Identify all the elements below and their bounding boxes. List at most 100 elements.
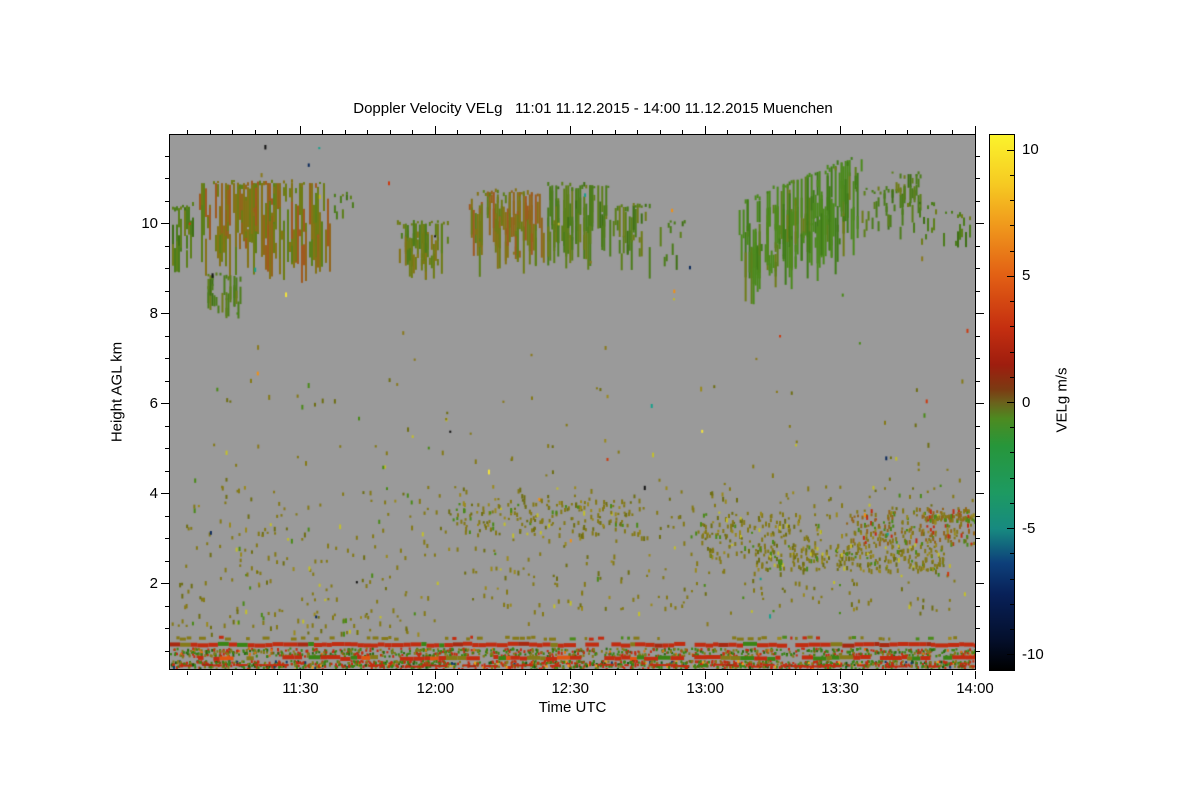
y-minor-tick [165,358,169,359]
colorbar-label: VELg m/s [1054,367,1071,432]
x-minor-tick [457,671,458,675]
colorbar-major-tick [1007,654,1014,655]
colorbar-minor-tick [1010,503,1014,504]
y-minor-tick [165,606,169,607]
y-minor-tick [165,471,169,472]
colorbar-minor-tick [1010,478,1014,479]
chart-title: Doppler Velocity VELg 11:01 11.12.2015 -… [170,100,1016,117]
x-major-tick [570,671,571,679]
y-minor-tick [165,156,169,157]
y-minor-tick [976,336,980,337]
x-minor-tick [862,671,863,675]
y-major-tick [161,313,169,314]
y-tick-label: 2 [124,575,158,592]
y-minor-tick [165,381,169,382]
x-minor-tick [525,130,526,134]
x-tick-label: 13:00 [665,680,745,697]
x-minor-tick [322,671,323,675]
x-minor-tick [817,130,818,134]
y-minor-tick [976,381,980,382]
x-major-tick [705,671,706,679]
x-major-tick [975,126,976,134]
x-minor-tick [952,130,953,134]
colorbar-major-tick [1007,528,1014,529]
colorbar-major-tick [1007,402,1014,403]
y-minor-tick [165,516,169,517]
y-major-tick [976,493,984,494]
x-minor-tick [367,671,368,675]
y-tick-label: 4 [124,485,158,502]
y-major-tick [976,313,984,314]
x-minor-tick [187,671,188,675]
x-minor-tick [412,130,413,134]
x-minor-tick [930,671,931,675]
colorbar-minor-tick [1010,200,1014,201]
y-minor-tick [165,246,169,247]
colorbar-minor-tick [1010,427,1014,428]
y-minor-tick [165,538,169,539]
colorbar-minor-tick [1010,175,1014,176]
x-major-tick [840,671,841,679]
colorbar-tick-label: -10 [1022,646,1066,663]
y-minor-tick [976,628,980,629]
y-minor-tick [976,561,980,562]
y-minor-tick [165,561,169,562]
x-minor-tick [502,671,503,675]
x-minor-tick [412,671,413,675]
x-minor-tick [322,130,323,134]
x-minor-tick [862,130,863,134]
y-minor-tick [976,606,980,607]
x-tick-label: 11:30 [260,680,340,697]
x-tick-label: 14:00 [935,680,1015,697]
y-minor-tick [976,178,980,179]
y-tick-label: 10 [124,215,158,232]
x-minor-tick [502,130,503,134]
colorbar-minor-tick [1010,352,1014,353]
x-minor-tick [772,130,773,134]
y-minor-tick [165,268,169,269]
colorbar-tick-label: -5 [1022,520,1066,537]
x-minor-tick [457,130,458,134]
colorbar-tick-label: 5 [1022,267,1066,284]
x-minor-tick [682,130,683,134]
x-axis-label: Time UTC [170,699,975,716]
y-major-tick [161,493,169,494]
y-minor-tick [976,516,980,517]
x-major-tick [840,126,841,134]
x-minor-tick [727,130,728,134]
x-minor-tick [907,671,908,675]
y-minor-tick [976,268,980,269]
colorbar-major-tick [1007,150,1014,151]
y-major-tick [976,223,984,224]
colorbar-minor-tick [1010,251,1014,252]
x-minor-tick [547,130,548,134]
y-major-tick [161,223,169,224]
x-minor-tick [795,671,796,675]
colorbar-minor-tick [1010,553,1014,554]
colorbar-minor-tick [1010,629,1014,630]
x-minor-tick [345,130,346,134]
heatmap-canvas [170,135,975,669]
colorbar-minor-tick [1010,225,1014,226]
x-minor-tick [255,671,256,675]
colorbar-minor-tick [1010,377,1014,378]
x-major-tick [570,126,571,134]
x-tick-label: 12:00 [395,680,475,697]
x-minor-tick [277,130,278,134]
x-minor-tick [367,130,368,134]
y-minor-tick [165,448,169,449]
x-minor-tick [615,130,616,134]
y-minor-tick [976,538,980,539]
y-tick-label: 8 [124,305,158,322]
x-minor-tick [592,671,593,675]
x-minor-tick [615,671,616,675]
x-minor-tick [660,130,661,134]
figure: Doppler Velocity VELg 11:01 11.12.2015 -… [0,0,1200,800]
y-major-tick [976,403,984,404]
x-minor-tick [660,671,661,675]
y-minor-tick [976,156,980,157]
x-minor-tick [637,130,638,134]
y-minor-tick [165,291,169,292]
x-minor-tick [930,130,931,134]
y-minor-tick [976,651,980,652]
